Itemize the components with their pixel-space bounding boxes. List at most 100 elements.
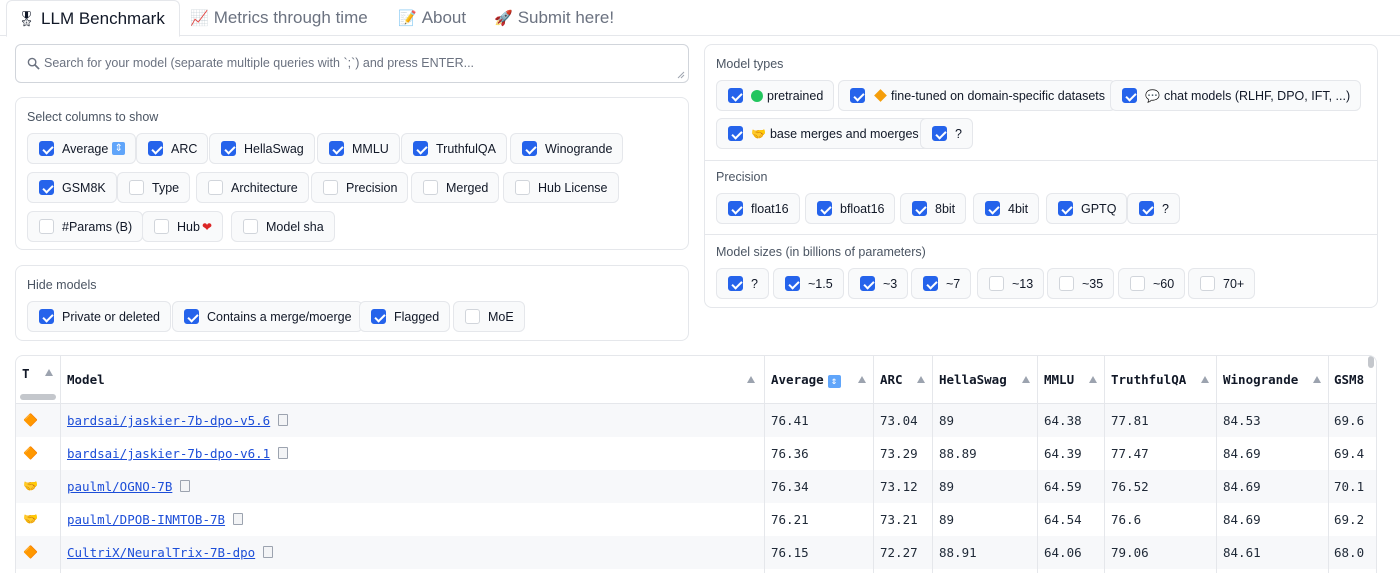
checkbox[interactable] [423,180,438,195]
model-link[interactable]: CultriX/NeuralTrix-7B-dpo [67,545,255,560]
tab-metrics-through-time[interactable]: 📈 Metrics through time [190,0,368,36]
checkbox[interactable] [329,141,344,156]
model-link[interactable]: paulml/OGNO-7B [67,479,172,494]
size-unknown[interactable]: ? [716,268,769,299]
sort-icon[interactable] [1201,376,1209,383]
precision-bfloat16[interactable]: bfloat16 [805,193,896,224]
model-type-fine-tuned[interactable]: fine-tuned on domain-specific datasets [838,80,1117,111]
checkbox[interactable] [923,276,938,291]
header-gsm8k[interactable]: GSM8 [1334,372,1364,387]
checkbox[interactable] [1130,276,1145,291]
precision-8bit[interactable]: 8bit [900,193,967,224]
sort-icon[interactable] [747,376,755,383]
copy-icon[interactable] [233,513,244,525]
copy-icon[interactable] [278,414,289,426]
tab-submit[interactable]: 🚀 Submit here! [494,0,614,36]
checkbox[interactable] [148,141,163,156]
checkbox[interactable] [932,126,947,141]
checkbox[interactable] [243,219,258,234]
header-truthfulqa[interactable]: TruthfulQA [1111,372,1186,387]
column-option-hellaswag[interactable]: HellaSwag [209,133,315,164]
checkbox[interactable] [728,88,743,103]
checkbox[interactable] [154,219,169,234]
checkbox[interactable] [465,309,480,324]
sort-icon[interactable] [917,376,925,383]
checkbox[interactable] [985,201,1000,216]
checkbox[interactable] [39,141,54,156]
header-arc[interactable]: ARC [880,372,903,387]
size-7[interactable]: ~7 [911,268,972,299]
sort-icon[interactable] [45,369,53,376]
size-3[interactable]: ~3 [848,268,909,299]
header-hellaswag[interactable]: HellaSwag [939,372,1007,387]
precision-unknown[interactable]: ? [1127,193,1180,224]
checkbox[interactable] [1058,201,1073,216]
size-60[interactable]: ~60 [1118,268,1186,299]
checkbox[interactable] [1139,201,1154,216]
checkbox[interactable] [371,309,386,324]
column-option-winogrande[interactable]: Winogrande [510,133,624,164]
hide-option-merge[interactable]: Contains a merge/moerge [172,301,363,332]
precision-gptq[interactable]: GPTQ [1046,193,1128,224]
size-13[interactable]: ~13 [977,268,1045,299]
size-70-plus[interactable]: 70+ [1188,268,1256,299]
size-1-5[interactable]: ~1.5 [773,268,844,299]
hide-option-moe[interactable]: MoE [453,301,525,332]
sort-icon[interactable] [1089,376,1097,383]
checkbox[interactable] [1059,276,1074,291]
model-link[interactable]: bardsai/jaskier-7b-dpo-v6.1 [67,446,270,461]
checkbox[interactable] [817,201,832,216]
column-option-truthfulqa[interactable]: TruthfulQA [401,133,507,164]
hide-option-private-or-deleted[interactable]: Private or deleted [27,301,171,332]
hide-option-flagged[interactable]: Flagged [359,301,451,332]
checkbox[interactable] [728,126,743,141]
header-model[interactable]: Model [67,372,105,387]
checkbox[interactable] [39,219,54,234]
checkbox[interactable] [850,88,865,103]
vertical-scrollbar[interactable] [1368,356,1374,368]
checkbox[interactable] [221,141,236,156]
header-average[interactable]: Average ⇕ [771,372,841,388]
horizontal-scrollbar[interactable] [20,394,56,400]
column-option-hub[interactable]: Hub ❤ [142,211,223,242]
column-option-arc[interactable]: ARC [136,133,209,164]
tab-about[interactable]: 📝 About [398,0,466,36]
sort-icon[interactable] [1022,376,1030,383]
column-option-precision[interactable]: Precision [311,172,409,203]
checkbox[interactable] [728,201,743,216]
model-type-chat[interactable]: 💬 chat models (RLHF, DPO, IFT, ...) [1110,80,1362,111]
model-link[interactable]: paulml/DPOB-INMTOB-7B [67,512,225,527]
checkbox[interactable] [522,141,537,156]
model-type-pretrained[interactable]: pretrained [716,80,835,111]
model-link[interactable]: bardsai/jaskier-7b-dpo-v5.6 [67,413,270,428]
checkbox[interactable] [129,180,144,195]
copy-icon[interactable] [263,546,274,558]
column-option-architecture[interactable]: Architecture [196,172,309,203]
column-option-model-sha[interactable]: Model sha [231,211,335,242]
checkbox[interactable] [860,276,875,291]
checkbox[interactable] [39,180,54,195]
checkbox[interactable] [785,276,800,291]
checkbox[interactable] [1122,88,1137,103]
search-input[interactable]: Search for your model (separate multiple… [15,44,689,83]
checkbox[interactable] [515,180,530,195]
checkbox[interactable] [912,201,927,216]
header-winogrande[interactable]: Winogrande [1223,372,1298,387]
sort-icon[interactable] [1313,376,1321,383]
model-type-merges[interactable]: 🤝 base merges and moerges [716,118,930,149]
column-option-type[interactable]: Type [117,172,191,203]
tab-llm-benchmark[interactable]: 🎖 LLM Benchmark [6,0,180,37]
copy-icon[interactable] [180,480,191,492]
copy-icon[interactable] [278,447,289,459]
checkbox[interactable] [413,141,428,156]
header-mmlu[interactable]: MMLU [1044,372,1074,387]
checkbox[interactable] [728,276,743,291]
column-option-gsm8k[interactable]: GSM8K [27,172,117,203]
column-option-params[interactable]: #Params (B) [27,211,144,242]
checkbox[interactable] [1200,276,1215,291]
checkbox[interactable] [39,309,54,324]
model-type-unknown[interactable]: ? [920,118,973,149]
precision-4bit[interactable]: 4bit [973,193,1040,224]
sort-icon[interactable] [858,376,866,383]
checkbox[interactable] [323,180,338,195]
